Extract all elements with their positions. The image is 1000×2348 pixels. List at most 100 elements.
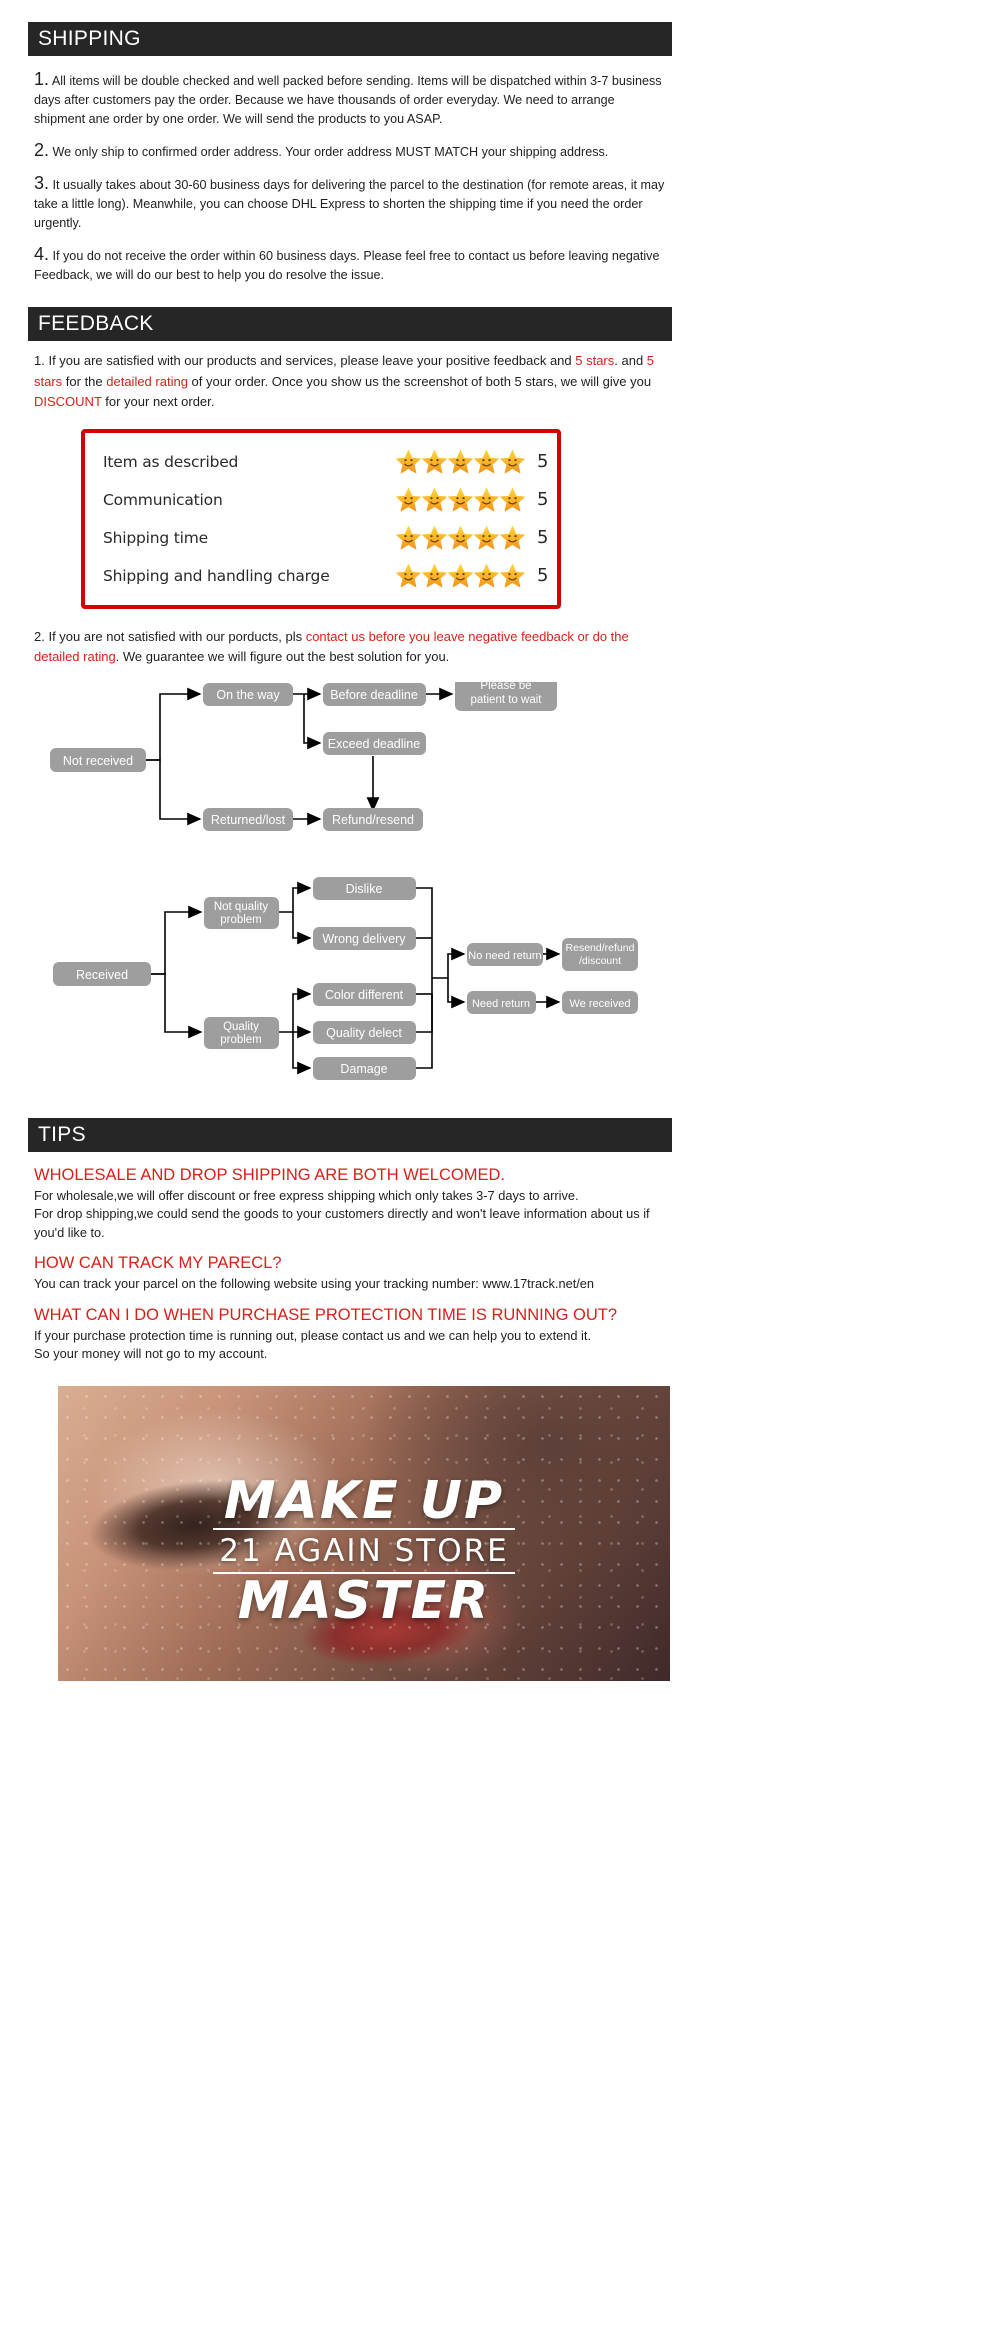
feedback-p2-seg1: 2. If you are not satisfied with our por… <box>34 628 306 644</box>
rating-label: Communication <box>103 490 223 509</box>
svg-text:Not received: Not received <box>63 754 133 768</box>
tips-section-header: TIPS <box>28 1117 672 1152</box>
star-icon <box>499 487 526 512</box>
rating-value: 5 <box>537 527 549 548</box>
svg-text:On the way: On the way <box>216 688 280 702</box>
svg-text:Dislike: Dislike <box>346 882 383 896</box>
shipping-item-3-text: It usually takes about 30-60 business da… <box>34 178 665 230</box>
star-icon <box>395 449 422 474</box>
detailed-seller-ratings-box: Item as described 5 Communication 5 Ship… <box>81 428 561 609</box>
shipping-item-1: 1. All items will be double checked and … <box>34 70 666 129</box>
flow-node-refund-resend: Refund/resend <box>323 807 423 831</box>
shipping-item-3-number: 3. <box>34 173 50 193</box>
tips-body-track: You can track your parcel on the followi… <box>34 1276 595 1291</box>
flow-node-no-need-return: No need return <box>467 942 543 966</box>
svg-text:Exceed deadline: Exceed deadline <box>328 737 420 751</box>
flow-node-returned-lost: Returned/lost <box>203 807 293 831</box>
feedback-p1-seg7: of your order. Once you show us the scre… <box>187 373 652 389</box>
feedback-p1-detailed-rating: detailed rating <box>106 373 188 389</box>
star-icon <box>473 487 500 512</box>
flow-node-not-quality-problem: Not quality problem <box>204 896 279 929</box>
star-icon <box>421 487 448 512</box>
tips-heading-purchase-protection: WHAT CAN I DO WHEN PURCHASE PROTECTION T… <box>34 1305 618 1324</box>
shipping-item-4: 4. If you do not receive the order withi… <box>34 245 666 285</box>
banner-line-2: 21 AGAIN STORE <box>213 1527 515 1574</box>
shipping-item-2-number: 2. <box>34 140 50 160</box>
tips-heading-track: HOW CAN TRACK MY PARECL? <box>34 1254 282 1272</box>
flow-node-on-the-way: On the way <box>203 682 293 706</box>
feedback-p1-seg3: . and <box>614 353 647 368</box>
shipping-item-4-text: If you do not receive the order within 6… <box>34 249 660 282</box>
feedback-point-2: 2. If you are not satisfied with our por… <box>34 627 660 668</box>
tips-heading-wholesale: WHOLESALE AND DROP SHIPPING ARE BOTH WEL… <box>34 1165 505 1184</box>
rating-row-item-as-described: Item as described 5 <box>85 443 557 481</box>
svg-text:Returned/lost: Returned/lost <box>211 813 286 827</box>
flow-node-before-deadline: Before deadline <box>323 682 426 706</box>
star-group <box>395 524 526 551</box>
svg-text:Need return: Need return <box>472 998 530 1010</box>
flowchart-received: Received Not quality problem Quality pro… <box>28 876 680 1096</box>
feedback-p2-seg3: . We guarantee we will figure out the be… <box>115 649 450 664</box>
rating-label: Item as described <box>103 452 239 471</box>
star-group <box>395 562 526 589</box>
flowchart-not-received-svg: Not received On the way Before deadline … <box>50 681 557 831</box>
svg-text:problem: problem <box>220 1034 262 1046</box>
flow-node-color-different: Color different <box>313 982 416 1006</box>
svg-text:Refund/resend: Refund/resend <box>332 813 414 827</box>
star-icon <box>395 525 422 550</box>
star-group <box>395 486 526 513</box>
svg-text:problem: problem <box>220 914 262 926</box>
flow-node-not-received: Not received <box>50 747 146 772</box>
svg-text:Quality delect: Quality delect <box>326 1026 402 1040</box>
star-group <box>395 448 526 475</box>
feedback-section-header: FEEDBACK <box>28 307 672 341</box>
feedback-p1-seg5: for the <box>62 373 107 389</box>
star-icon <box>473 449 500 474</box>
flow-node-resend-refund-discount: Resend/refund /discount <box>562 937 638 971</box>
flow-node-need-return: Need return <box>467 990 536 1014</box>
flow-node-we-received: We received <box>562 990 638 1014</box>
rating-value: 5 <box>537 489 549 510</box>
flow-node-exceed-deadline: Exceed deadline <box>323 731 426 755</box>
shipping-item-3: 3. It usually takes about 30-60 business… <box>34 174 666 233</box>
star-icon <box>473 563 500 588</box>
flow-node-wrong-delivery: Wrong delivery <box>313 926 416 950</box>
banner-line-1: MAKE UP <box>223 1470 505 1531</box>
svg-text:Quality: Quality <box>223 1021 259 1033</box>
feedback-p1-discount: DISCOUNT <box>34 394 102 409</box>
rating-value: 5 <box>537 565 549 586</box>
flow-node-received: Received <box>53 961 151 986</box>
svg-text:Before deadline: Before deadline <box>330 688 418 702</box>
svg-text:Resend/refund: Resend/refund <box>566 942 635 954</box>
star-icon <box>473 525 500 550</box>
svg-text:Wrong delivery: Wrong delivery <box>322 932 406 946</box>
star-icon <box>499 525 526 550</box>
star-icon <box>499 449 526 474</box>
rating-label: Shipping and handling charge <box>103 566 330 585</box>
flow-node-dislike: Dislike <box>313 876 416 900</box>
rating-value: 5 <box>537 451 549 472</box>
svg-text:Not quality: Not quality <box>214 901 269 913</box>
banner-text-block: MAKE UP 21 AGAIN STORE MASTER <box>58 1474 670 1628</box>
svg-text:patient to wait: patient to wait <box>471 694 543 706</box>
shipping-item-1-number: 1. <box>34 69 50 89</box>
star-icon <box>421 449 448 474</box>
svg-text:Received: Received <box>76 968 128 982</box>
star-icon <box>447 525 474 550</box>
svg-text:Color different: Color different <box>325 988 404 1002</box>
star-icon <box>421 525 448 550</box>
flowchart-received-svg: Received Not quality problem Quality pro… <box>53 876 638 1080</box>
star-icon <box>421 563 448 588</box>
svg-text:No need return: No need return <box>468 950 541 962</box>
flow-node-please-be-patient-to-wait: Please be patient to wait <box>455 681 557 711</box>
svg-text:Damage: Damage <box>340 1062 387 1076</box>
flow-node-quality-delect: Quality delect <box>313 1020 416 1044</box>
svg-text:Please be: Please be <box>480 682 531 692</box>
star-icon <box>499 563 526 588</box>
shipping-item-2: 2. We only ship to confirmed order addre… <box>34 141 666 162</box>
rating-row-communication: Communication 5 <box>85 481 557 519</box>
policy-page: SHIPPING 1. All items will be double che… <box>0 0 680 1681</box>
star-icon <box>447 449 474 474</box>
star-icon <box>395 487 422 512</box>
flowchart-not-received: Not received On the way Before deadline … <box>28 681 680 852</box>
